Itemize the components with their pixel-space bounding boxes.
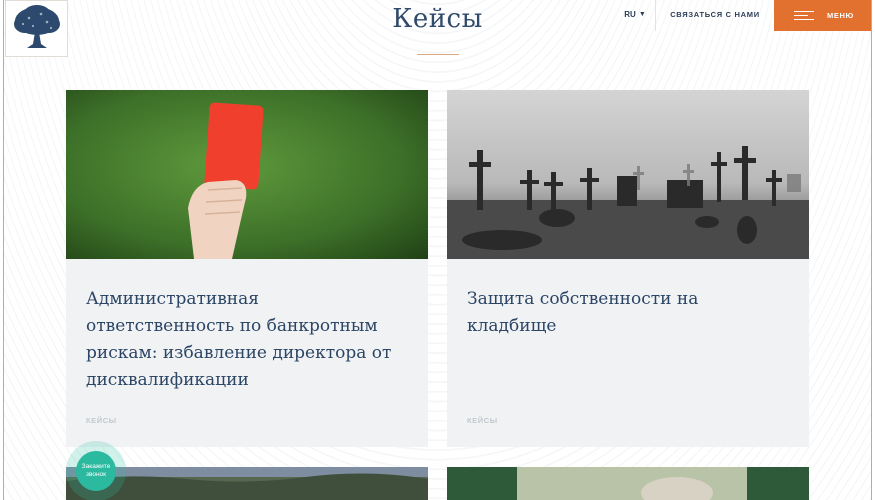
- card-title[interactable]: Административная ответственность по банк…: [86, 286, 398, 394]
- case-image-cemetery: [447, 90, 809, 259]
- menu-label: МЕНЮ: [827, 11, 854, 20]
- case-image-red-card: [66, 90, 428, 259]
- callback-label: Закажите звонок: [76, 451, 116, 491]
- title-divider: [417, 54, 459, 55]
- language-label: RU: [624, 9, 636, 19]
- card-title[interactable]: Защита собственности на кладбище: [467, 286, 779, 340]
- card-tag[interactable]: КЕЙСЫ: [467, 416, 498, 425]
- card-tag[interactable]: КЕЙСЫ: [86, 416, 117, 425]
- chevron-down-icon: ▼: [638, 10, 646, 18]
- menu-button[interactable]: МЕНЮ: [774, 0, 871, 31]
- language-selector[interactable]: RU ▼: [615, 0, 655, 28]
- case-card[interactable]: Административная ответственность по банк…: [66, 90, 428, 447]
- hamburger-icon: [794, 10, 814, 21]
- case-card[interactable]: Защита собственности на кладбище КЕЙСЫ: [447, 90, 809, 447]
- contact-link[interactable]: СВЯЗАТЬСЯ С НАМИ: [656, 0, 774, 28]
- callback-button[interactable]: Закажите звонок: [66, 441, 126, 500]
- case-image-person[interactable]: [447, 467, 809, 500]
